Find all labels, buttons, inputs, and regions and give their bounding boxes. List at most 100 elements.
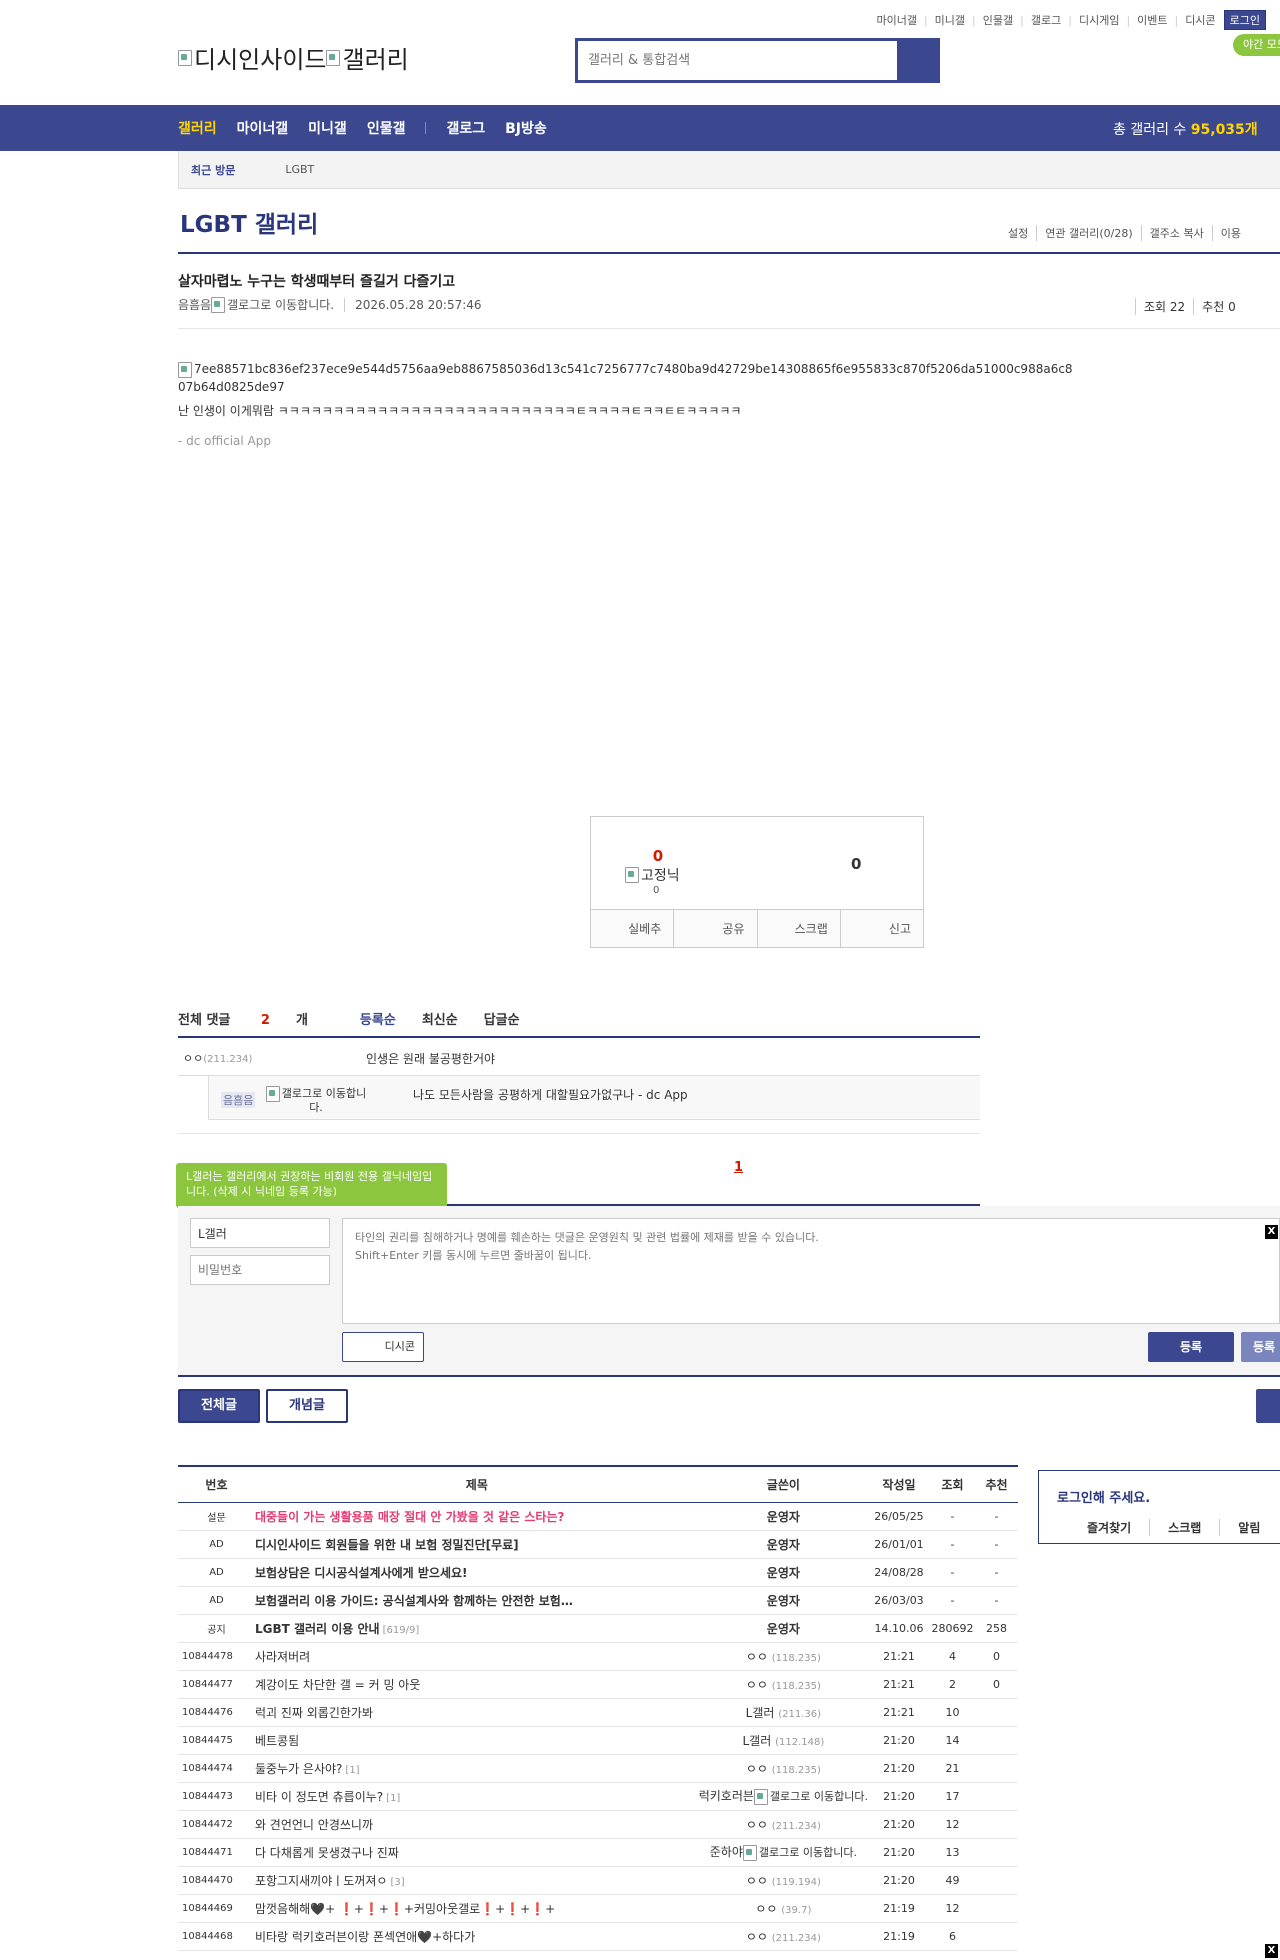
row-title[interactable]: 포항그지새끼야ㅣ도꺼져ㅇ [3] [254, 1866, 699, 1895]
table-row[interactable]: 10844475 베트콩됨 L갤러 (112.148) 21:20 14 [178, 1726, 1018, 1755]
comment-submit-recommend-button[interactable]: 등록 [1241, 1332, 1280, 1362]
nav-gallog[interactable]: 갤로그 [446, 118, 485, 138]
row-writer[interactable]: 운영자 [698, 1530, 868, 1559]
top-link-dccon[interactable]: 디시콘 [1185, 12, 1215, 28]
table-row[interactable]: 설문 대중들이 가는 생활용품 매장 절대 안 가봤을 것 같은 스타는? 운영자 2… [178, 1502, 1018, 1531]
comment-password-input[interactable] [190, 1255, 330, 1285]
row-title[interactable]: 베트콩됨 [254, 1726, 699, 1755]
row-title[interactable]: 보험갤러리 이용 가이드: 공식설계사와 함께하는 안전한 보험… [254, 1586, 699, 1615]
tab-all-posts[interactable]: 전체글 [178, 1389, 260, 1423]
comment-gallog[interactable]: 갤로그로 이동합니다. [261, 1086, 371, 1114]
row-writer[interactable]: 운영자 [698, 1502, 868, 1531]
gallery-title[interactable]: LGBT 갤러리 [180, 205, 318, 239]
row-title[interactable]: 디시인사이드 회원들을 위한 내 보험 정밀진단[무료] [254, 1530, 699, 1559]
table-row[interactable]: AD 보험갤러리 이용 가이드: 공식설계사와 함께하는 안전한 보험… 운영자 26… [178, 1586, 1018, 1615]
best-recommend-button[interactable]: 실베추 [591, 910, 673, 947]
table-row[interactable]: 10844474 둘중누가 은사야? [1] ㅇㅇ (118.235) 21:20 21 [178, 1754, 1018, 1783]
post-author[interactable]: 음흠음 [178, 296, 211, 313]
row-title[interactable]: 보험상담은 디시공식설계사에게 받으세요! [254, 1558, 699, 1587]
row-writer[interactable]: ㅇㅇ (118.235) [698, 1754, 868, 1783]
row-title[interactable]: LGBT 갤러리 이용 안내 [619/9] [254, 1614, 699, 1643]
write-button[interactable] [1256, 1389, 1280, 1423]
table-row[interactable]: 공지 LGBT 갤러리 이용 안내 [619/9] 운영자 14.10.06 280692… [178, 1614, 1018, 1643]
table-row[interactable]: 10844468 비타랑 럭키호러븐이랑 폰섹연애🖤+하다가 ㅇㅇ (211.234… [178, 1922, 1018, 1951]
table-row[interactable]: 10844472 와 견언언니 안경쓰니까 ㅇㅇ (211.234) 21:20 12 [178, 1810, 1018, 1839]
nav-gallery[interactable]: 갤러리 [178, 118, 217, 138]
login-button[interactable]: 로그인 [1223, 10, 1266, 30]
related-gallery-link[interactable]: 연관 갤러리(0/28) [1036, 225, 1140, 241]
site-logo[interactable]: 디시인사이드 갤러리 [178, 40, 409, 75]
row-title[interactable]: 사라져버려 [254, 1642, 699, 1671]
table-row[interactable]: 10844469 맘껏음해해🖤+ ❗+❗+❗+커밍아웃갤로❗+❗+❗+ ㅇㅇ (39… [178, 1894, 1018, 1923]
row-writer[interactable]: L갤러 (112.148) [698, 1726, 868, 1755]
top-link-event[interactable]: 이벤트 [1137, 12, 1167, 28]
top-link-person[interactable]: 인물갤 [983, 12, 1013, 28]
row-writer[interactable]: 준하야 갤로그로 이동합니다. [698, 1838, 868, 1867]
top-link-gallog[interactable]: 갤로그 [1031, 12, 1061, 28]
comment-name-input[interactable] [190, 1218, 330, 1248]
share-button[interactable]: 공유 [673, 910, 756, 947]
nav-minor[interactable]: 마이너갤 [237, 118, 289, 138]
row-writer[interactable]: ㅇㅇ (211.234) [698, 1810, 868, 1839]
row-title[interactable]: 비타랑 럭키호러븐이랑 폰섹연애🖤+하다가 [254, 1922, 699, 1951]
sort-replies[interactable]: 답글순 [484, 1009, 520, 1028]
table-row[interactable]: 10844476 럭괴 진짜 외롭긴한가봐 L갤러 (211.36) 21:21 10 [178, 1698, 1018, 1727]
close-icon[interactable]: X [1265, 1225, 1278, 1239]
search-button[interactable] [897, 41, 937, 80]
nav-bj[interactable]: BJ방송 [505, 118, 547, 138]
sort-registered[interactable]: 등록순 [360, 1009, 396, 1028]
scrap-link[interactable]: 스크랩 [1149, 1519, 1219, 1536]
row-title[interactable]: 비타 이 정도면 츄릅이누? [1] [254, 1782, 699, 1811]
scrap-button[interactable]: 스크랩 [756, 910, 840, 947]
row-title[interactable]: 대중들이 가는 생활용품 매장 절대 안 가봤을 것 같은 스타는? [254, 1502, 699, 1531]
dccon-button[interactable]: 디시콘 [342, 1332, 424, 1362]
table-row[interactable]: AD 디시인사이드 회원들을 위한 내 보험 정밀진단[무료] 운영자 26/01/0… [178, 1530, 1018, 1559]
usage-link[interactable]: 이용 [1211, 225, 1249, 241]
tab-concept-posts[interactable]: 개념글 [266, 1389, 348, 1423]
close-icon[interactable]: X [1265, 1944, 1278, 1958]
row-writer[interactable]: ㅇㅇ (118.235) [698, 1642, 868, 1671]
nav-mini[interactable]: 미니갤 [308, 118, 347, 138]
row-writer[interactable]: 운영자 [698, 1614, 868, 1643]
table-row[interactable]: 10844473 비타 이 정도면 츄릅이누? [1] 럭키호러븐 갤로그로 이동합니다… [178, 1782, 1018, 1811]
table-row[interactable]: 10844471 다 다채롭게 못생겼구나 진짜 준하야 갤로그로 이동합니다. 21:… [178, 1838, 1018, 1867]
row-writer[interactable]: 운영자 [698, 1558, 868, 1587]
table-row[interactable]: 10844470 포항그지새끼야ㅣ도꺼져ㅇ [3] ㅇㅇ (119.194) 21:20… [178, 1866, 1018, 1895]
comment-submit-button[interactable]: 등록 [1148, 1332, 1234, 1362]
sort-latest[interactable]: 최신순 [422, 1009, 458, 1028]
row-writer[interactable]: ㅇㅇ (119.194) [698, 1866, 868, 1895]
copy-address-link[interactable]: 갤주소 복사 [1140, 225, 1212, 241]
table-row[interactable]: AD 보험상담은 디시공식설계사에게 받으세요! 운영자 24/08/28- - [178, 1558, 1018, 1587]
comment-nick[interactable]: ㅇㅇ(211.234) [183, 1050, 252, 1066]
row-title[interactable]: 맘껏음해해🖤+ ❗+❗+❗+커밍아웃갤로❗+❗+❗+ [254, 1894, 699, 1923]
gallog-icon[interactable] [211, 296, 226, 313]
row-title[interactable]: 럭괴 진짜 외롭긴한가봐 [254, 1698, 699, 1727]
settings-link[interactable]: 설정 [1000, 225, 1036, 241]
nav-person[interactable]: 인물갤 [367, 118, 406, 138]
row-writer[interactable]: ㅇㅇ (118.235) [698, 1670, 868, 1699]
search-input[interactable] [578, 41, 897, 80]
top-link-mini[interactable]: 미니갤 [935, 12, 965, 28]
row-title[interactable]: 둘중누가 은사야? [1] [254, 1754, 699, 1783]
notification-link[interactable]: 알림 [1219, 1519, 1278, 1536]
report-button[interactable]: 신고 [839, 910, 923, 947]
row-writer[interactable]: ㅇㅇ (39.7) [698, 1894, 868, 1923]
row-title[interactable]: 다 다채롭게 못생겼구나 진짜 [254, 1838, 699, 1867]
favorites-link[interactable]: 즐겨찾기 [1087, 1519, 1149, 1536]
login-prompt[interactable]: 로그인해 주세요. [1057, 1487, 1150, 1506]
top-link-minor[interactable]: 마이너갤 [876, 12, 916, 28]
comment-textarea[interactable] [342, 1218, 1280, 1324]
recent-item[interactable]: LGBT [285, 163, 314, 176]
row-writer[interactable]: L갤러 (211.36) [698, 1698, 868, 1727]
row-title[interactable]: 계강이도 차단한 갤 = 커 밍 아웃 [254, 1670, 699, 1699]
gallog-link[interactable]: 갤로그로 이동합니다. [742, 1844, 857, 1861]
comment-nick[interactable]: 음흠음 [221, 1092, 256, 1108]
night-mode-toggle[interactable]: 야간 모드 [1233, 34, 1280, 56]
row-writer[interactable]: 럭키호러븐 갤로그로 이동합니다. [698, 1782, 868, 1811]
top-link-dcgame[interactable]: 디시게임 [1079, 12, 1119, 28]
row-writer[interactable]: 운영자 [698, 1586, 868, 1615]
table-row[interactable]: 10844477 계강이도 차단한 갤 = 커 밍 아웃 ㅇㅇ (118.235) 2… [178, 1670, 1018, 1699]
table-row[interactable]: 10844478 사라져버려 ㅇㅇ (118.235) 21:21 4 0 [178, 1642, 1018, 1671]
comment-page-1[interactable]: 1 [734, 1160, 743, 1175]
row-writer[interactable]: ㅇㅇ (211.234) [698, 1922, 868, 1951]
